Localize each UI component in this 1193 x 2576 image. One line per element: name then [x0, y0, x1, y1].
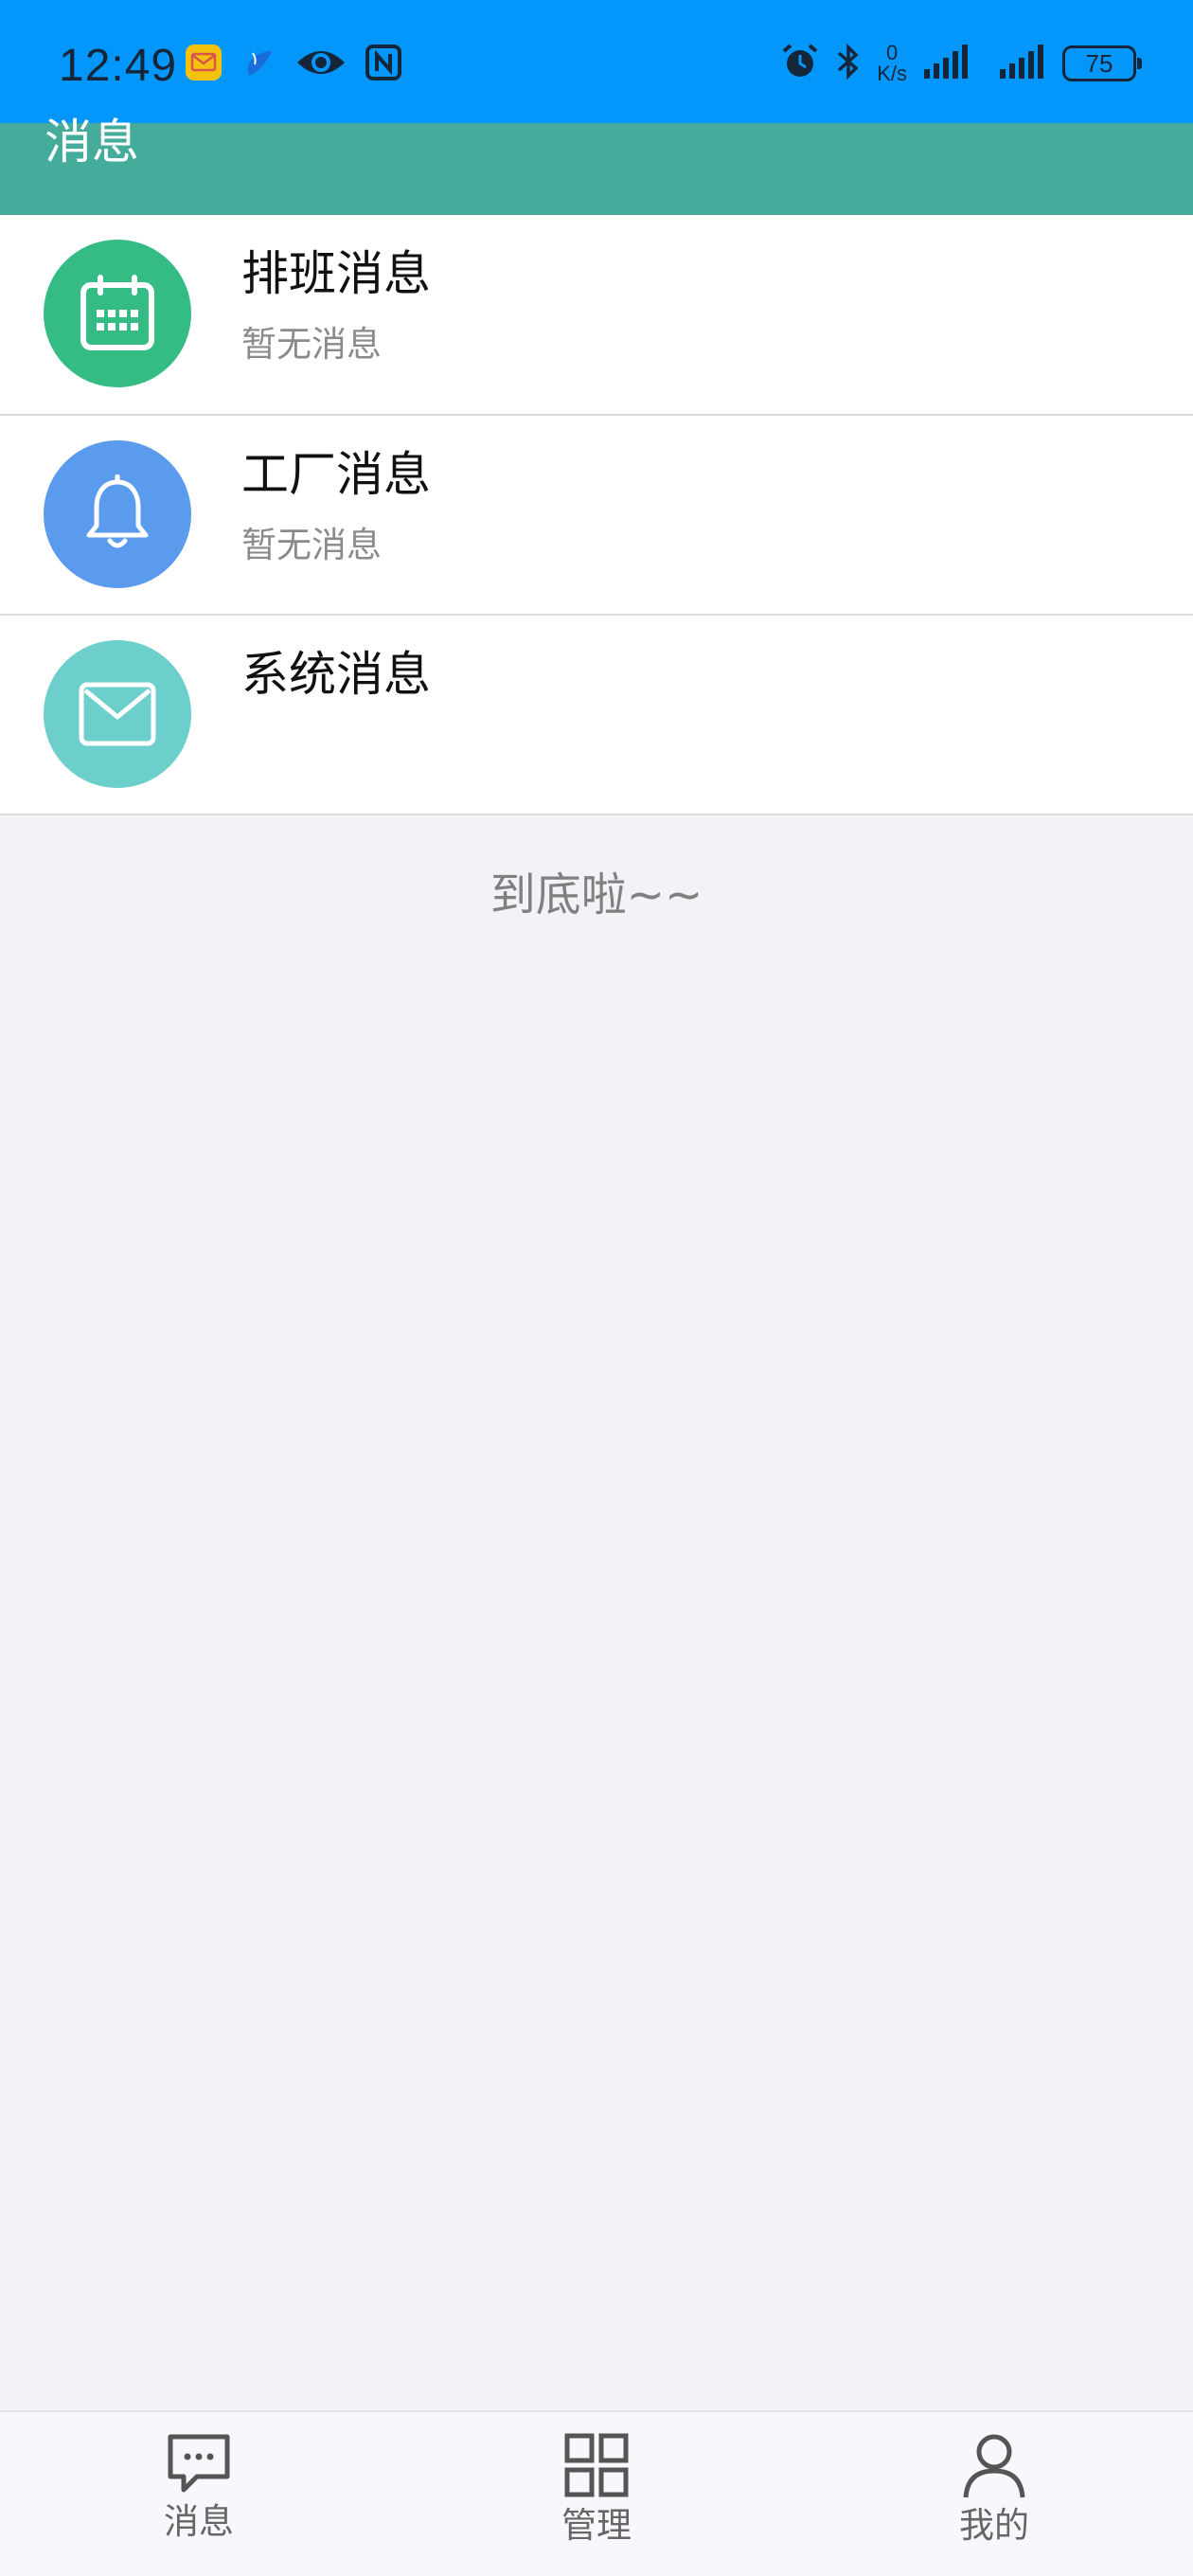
grid-icon: [564, 2433, 629, 2497]
network-speed-unit: K/s: [877, 62, 907, 85]
bottom-tab-bar: 消息 管理 我的: [0, 2410, 1193, 2576]
signal-icon: [922, 43, 971, 84]
message-subtitle: 暂无消息: [241, 525, 382, 565]
network-speed-value: 0: [885, 41, 899, 64]
message-title: 排班消息: [241, 246, 431, 301]
status-bar: 12:49 0 K/s 75: [0, 0, 1193, 123]
factory-avatar: [44, 440, 191, 588]
status-right-icons: 0 K/s 75: [780, 42, 1142, 85]
envelope-icon: [79, 682, 156, 746]
message-title: 工厂消息: [241, 447, 431, 502]
eye-icon: [294, 44, 347, 85]
battery-icon: 75: [1062, 45, 1142, 81]
chat-icon: [168, 2434, 230, 2493]
message-item-factory[interactable]: 工厂消息 暂无消息: [0, 416, 1193, 616]
header: [0, 123, 1193, 215]
bell-icon: [86, 474, 149, 548]
user-icon: [963, 2434, 1025, 2498]
page-title: 消息: [45, 115, 139, 170]
message-subtitle: 暂无消息: [241, 324, 382, 365]
tab-label: 我的: [959, 2505, 1029, 2546]
nfc-icon: [365, 44, 402, 85]
schedule-avatar: [44, 240, 191, 387]
mail-app-icon: [185, 44, 223, 85]
message-title: 系统消息: [241, 647, 431, 702]
bluetooth-icon: [835, 42, 862, 85]
feather-app-icon: [240, 44, 277, 85]
status-left-icons: [185, 44, 402, 85]
calendar-icon: [80, 275, 154, 350]
tab-label: 消息: [164, 2501, 234, 2542]
status-time: 12:49: [59, 41, 178, 91]
signal-icon: [987, 43, 1047, 84]
message-item-system[interactable]: 系统消息: [0, 616, 1193, 815]
network-speed: 0 K/s: [877, 43, 907, 84]
message-item-schedule[interactable]: 排班消息 暂无消息: [0, 215, 1193, 416]
tab-label: 管理: [561, 2505, 632, 2546]
system-avatar: [44, 640, 191, 788]
tab-messages[interactable]: 消息: [104, 2431, 294, 2573]
alarm-icon: [780, 42, 820, 85]
tab-mine[interactable]: 我的: [899, 2431, 1089, 2573]
end-of-list-note: 到底啦~~: [490, 868, 703, 921]
app-screen: 12:49 0 K/s 75 消息 排班消息 暂无消息 工厂消息 暂无消息 系统…: [0, 0, 1193, 2576]
message-list: 排班消息 暂无消息 工厂消息 暂无消息 系统消息: [0, 215, 1193, 815]
battery-level: 75: [1085, 48, 1113, 78]
tab-manage[interactable]: 管理: [502, 2431, 691, 2573]
